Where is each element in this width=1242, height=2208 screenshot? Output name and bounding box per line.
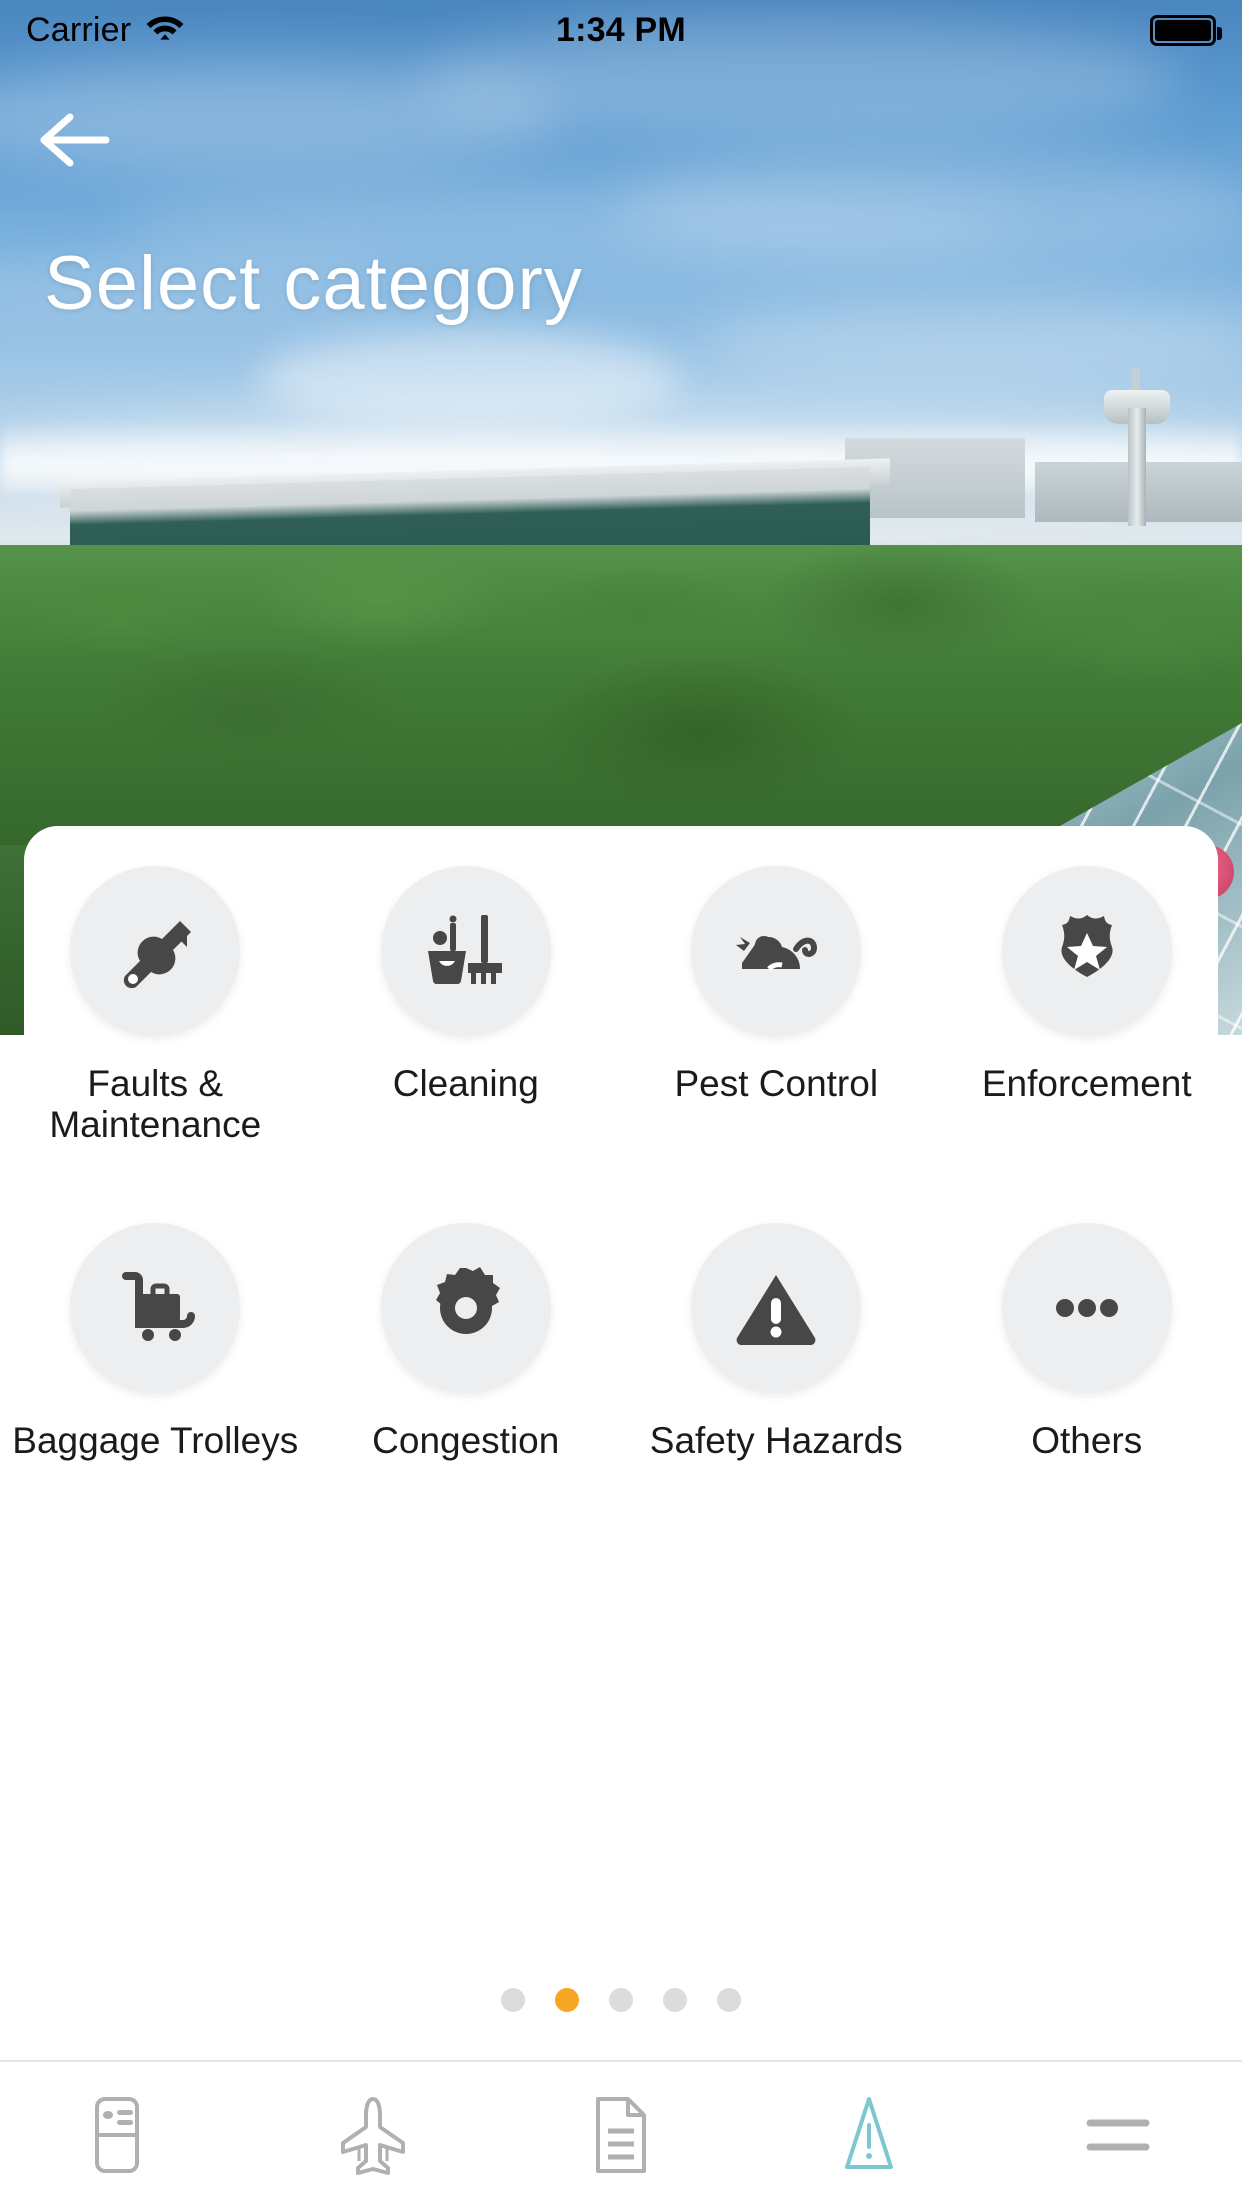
page-title: Select category <box>44 241 583 326</box>
mop-bucket-icon <box>380 866 551 1036</box>
id-card-icon <box>95 2097 140 2173</box>
page-dot[interactable] <box>609 1988 633 2012</box>
category-row-2: Baggage Trolleys Congestion Safety Hazar… <box>0 1223 1242 1462</box>
category-label: Cleaning <box>392 1063 539 1104</box>
gear-icon <box>380 1223 551 1394</box>
nav-item-report-active[interactable] <box>745 2062 993 2208</box>
luggage-trolley-icon <box>70 1223 241 1394</box>
category-safety-hazards[interactable]: Safety Hazards <box>621 1223 932 1462</box>
bottom-navigation-bar <box>0 2060 1242 2208</box>
battery-full-icon <box>1150 14 1222 46</box>
airplane-icon <box>340 2097 405 2175</box>
category-pest-control[interactable]: Pest Control <box>621 866 932 1145</box>
status-bar-right <box>686 14 1222 46</box>
status-bar-time: 1:34 PM <box>556 10 686 49</box>
warning-triangle-icon <box>691 1223 862 1394</box>
category-faults-maintenance[interactable]: Faults & Maintenance <box>0 866 311 1145</box>
status-bar: Carrier 1:34 PM <box>0 0 1242 60</box>
rodent-icon <box>691 866 862 1036</box>
category-baggage-trolleys[interactable]: Baggage Trolleys <box>0 1223 311 1462</box>
police-badge-icon <box>1001 866 1172 1036</box>
page-dot[interactable] <box>717 1988 741 2012</box>
nav-item-card[interactable] <box>0 2062 248 2208</box>
category-cleaning[interactable]: Cleaning <box>311 866 622 1145</box>
category-row-1: Faults & Maintenance Cleaning Pest Contr… <box>0 866 1242 1145</box>
carrier-label: Carrier <box>26 10 132 49</box>
category-grid: Faults & Maintenance Cleaning Pest Contr… <box>0 866 1242 1462</box>
category-congestion[interactable]: Congestion <box>311 1223 622 1462</box>
page-dot[interactable] <box>501 1988 525 2012</box>
page-indicator <box>0 1988 1242 2012</box>
document-icon <box>596 2097 647 2173</box>
hamburger-menu-icon <box>1086 2119 1150 2151</box>
category-others[interactable]: Others <box>932 1223 1242 1462</box>
page-dot-active[interactable] <box>555 1988 579 2012</box>
ellipsis-icon <box>1001 1223 1172 1394</box>
category-label: Others <box>1031 1420 1143 1462</box>
category-label: Pest Control <box>674 1063 879 1104</box>
category-label: Baggage Trolleys <box>12 1420 299 1462</box>
wrench-icon <box>70 866 241 1036</box>
back-button[interactable] <box>26 100 118 180</box>
app-screen: Carrier 1:34 PM Select category Faults &… <box>0 0 1242 2208</box>
category-label: Enforcement <box>981 1063 1192 1104</box>
nav-item-menu[interactable] <box>994 2062 1242 2208</box>
category-label: Faults & Maintenance <box>49 1063 262 1145</box>
back-arrow-icon <box>40 113 110 167</box>
warning-triangle-icon <box>845 2097 894 2169</box>
nav-item-documents[interactable] <box>497 2062 745 2208</box>
category-label: Safety Hazards <box>649 1420 903 1462</box>
category-enforcement[interactable]: Enforcement <box>932 866 1242 1145</box>
nav-item-flights[interactable] <box>248 2062 496 2208</box>
page-dot[interactable] <box>663 1988 687 2012</box>
wifi-icon <box>145 10 185 51</box>
status-bar-left: Carrier <box>26 10 556 51</box>
category-label: Congestion <box>372 1420 560 1462</box>
